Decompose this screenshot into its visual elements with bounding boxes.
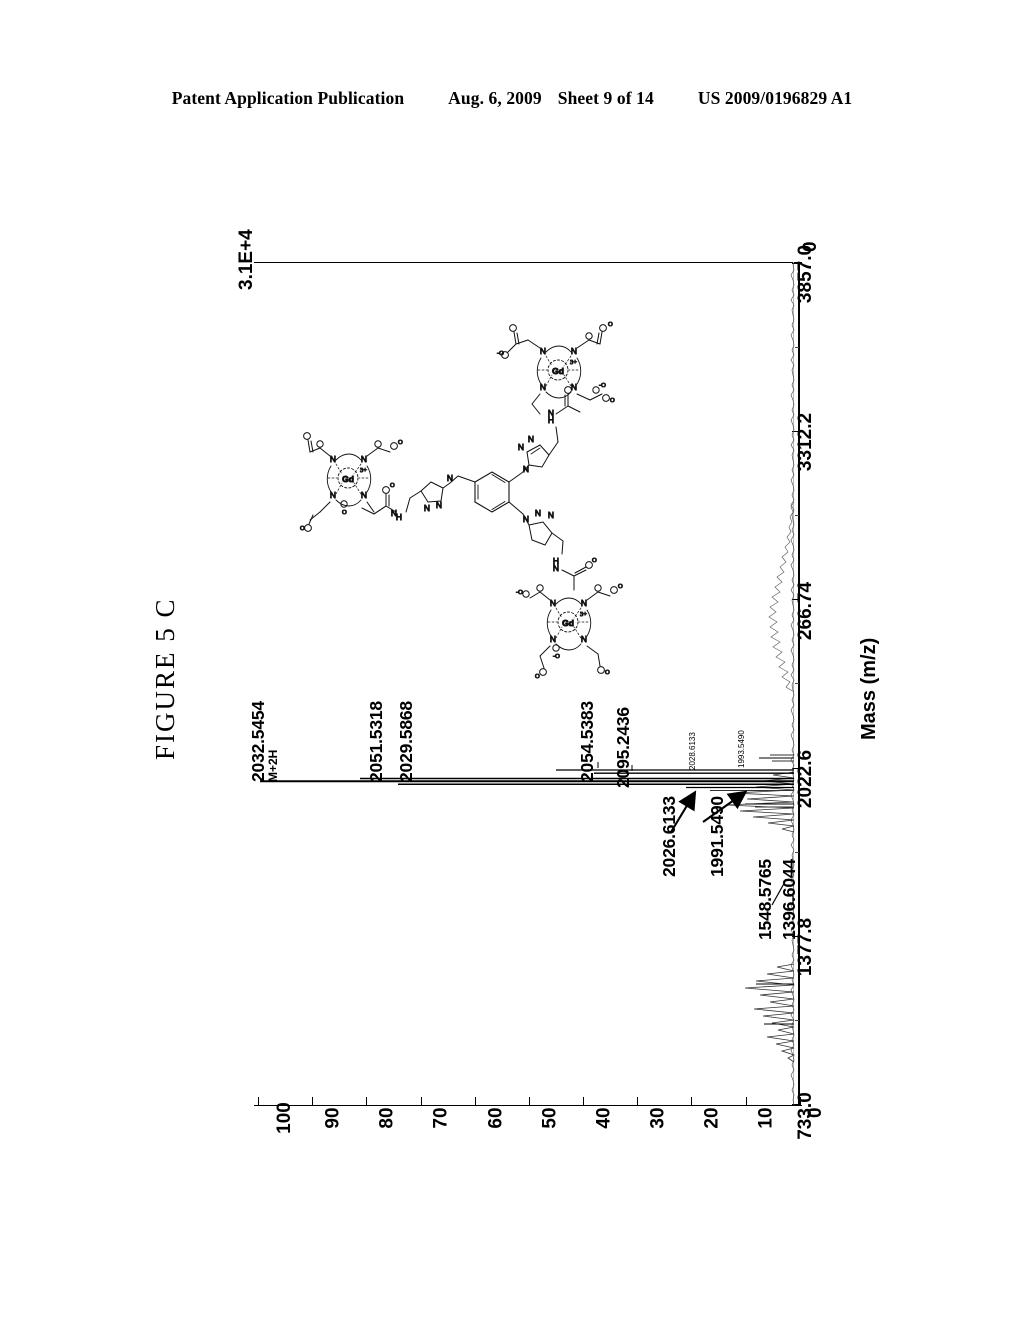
y-tick-label-40: 40 bbox=[593, 1107, 615, 1129]
svg-text:N: N bbox=[424, 503, 430, 513]
y-tick-label-90: 90 bbox=[322, 1107, 344, 1129]
svg-text:N: N bbox=[528, 434, 534, 444]
svg-text:3+: 3+ bbox=[360, 467, 367, 474]
peak-label-1993-tiny: 1993.5490 bbox=[737, 730, 746, 768]
amide-bottom: H N O bbox=[552, 556, 598, 591]
svg-text:N: N bbox=[540, 346, 546, 356]
svg-text:3+: 3+ bbox=[580, 611, 587, 618]
benzene-core bbox=[457, 471, 524, 515]
svg-text:N: N bbox=[518, 442, 524, 452]
y-tick-label-50: 50 bbox=[539, 1107, 561, 1129]
svg-text:O: O bbox=[535, 673, 540, 680]
svg-text:N: N bbox=[523, 514, 529, 524]
x-axis-title: Mass (m/z) bbox=[858, 637, 880, 740]
svg-text:N: N bbox=[535, 508, 541, 518]
svg-text:O: O bbox=[605, 669, 610, 676]
peak-label-2035: 2051.5318 bbox=[366, 701, 386, 782]
hump-noise bbox=[768, 501, 795, 693]
svg-text:N: N bbox=[581, 598, 587, 608]
peak-label-2028-tiny: 2028.6133 bbox=[688, 732, 697, 770]
low-mass-cluster bbox=[744, 963, 796, 1063]
svg-text:N: N bbox=[361, 490, 367, 500]
svg-text:N: N bbox=[553, 563, 559, 573]
svg-text:O: O bbox=[608, 321, 613, 328]
svg-text:N: N bbox=[523, 464, 529, 474]
svg-text:N: N bbox=[361, 454, 367, 464]
svg-text:N: N bbox=[571, 382, 577, 392]
triazole-top: N N N bbox=[517, 426, 559, 475]
amide-left: H N O bbox=[361, 482, 403, 523]
peak-label-2029: 2029.5868 bbox=[396, 701, 416, 782]
svg-text:N: N bbox=[571, 346, 577, 356]
intensity-scale-marker: 3.1E+4 bbox=[236, 229, 257, 290]
svg-text:-O: -O bbox=[599, 382, 606, 389]
figure-caption: FIGURE 5 C bbox=[150, 597, 180, 760]
svg-text:N: N bbox=[447, 473, 453, 483]
peak-sublabel-m-plus-2h: M+2H bbox=[266, 749, 280, 782]
svg-text:N: N bbox=[581, 634, 587, 644]
peak-label-1548: 1548.5765 bbox=[755, 859, 775, 940]
peak-label-1396: 1396.6044 bbox=[779, 859, 799, 940]
svg-text:-O: -O bbox=[497, 350, 504, 357]
svg-text:N: N bbox=[550, 598, 556, 608]
y-tick-label-20: 20 bbox=[701, 1107, 723, 1129]
baseline-noise bbox=[790, 262, 795, 1106]
amide-top: H N bbox=[547, 386, 581, 426]
svg-text:N: N bbox=[330, 454, 336, 464]
triazole-left: N N N bbox=[405, 473, 459, 514]
svg-text:N: N bbox=[436, 500, 442, 510]
figure-5c: FIGURE 5 C 3.1E+4 0 0 Mass (m/z) 733.0 1… bbox=[0, 0, 1024, 1320]
dota-macrocycle-left: Gd 3+ N N N N O O O bbox=[300, 432, 404, 533]
svg-text:Gd: Gd bbox=[562, 618, 574, 628]
triazole-bottom: N N N bbox=[522, 508, 564, 555]
peak-label-2026: 2026.6133 bbox=[659, 796, 679, 877]
svg-text:-O: -O bbox=[553, 653, 560, 660]
svg-text:O: O bbox=[592, 557, 597, 564]
svg-text:N: N bbox=[548, 510, 554, 520]
peak-label-1991: 1991.5490 bbox=[707, 796, 727, 877]
y-tick-label-80: 80 bbox=[376, 1107, 398, 1129]
svg-text:Gd: Gd bbox=[342, 474, 354, 484]
dota-macrocycle-bottom: Gd 3+ N N N N -O O O -O O bbox=[516, 583, 624, 681]
svg-text:3+: 3+ bbox=[570, 359, 577, 366]
y-tick-label-60: 60 bbox=[485, 1107, 507, 1129]
svg-text:O: O bbox=[390, 482, 395, 489]
svg-text:O: O bbox=[300, 525, 305, 532]
peak-label-2051: 2095.2436 bbox=[613, 707, 633, 788]
y-tick-label-100: 100 bbox=[273, 1102, 295, 1134]
svg-text:O: O bbox=[610, 397, 615, 404]
svg-text:O: O bbox=[398, 439, 403, 446]
y-tick-label-10: 10 bbox=[755, 1107, 777, 1129]
inset-chemical-structure: N N N H N Gd 3+ N N N N -O O O -O N N N … bbox=[300, 282, 630, 702]
y-tick-0 bbox=[800, 1097, 802, 1105]
svg-text:Gd: Gd bbox=[552, 366, 564, 376]
svg-text:N: N bbox=[548, 408, 554, 418]
y-tick-label-70: 70 bbox=[430, 1107, 452, 1129]
svg-text:-O: -O bbox=[516, 589, 523, 596]
svg-text:O: O bbox=[618, 583, 623, 590]
peak-label-2054: 2054.5383 bbox=[577, 701, 597, 782]
y-tick-label-30: 30 bbox=[647, 1107, 669, 1129]
svg-text:O: O bbox=[342, 509, 347, 516]
dota-macrocycle-top: Gd 3+ N N N N -O O O -O bbox=[497, 321, 616, 415]
